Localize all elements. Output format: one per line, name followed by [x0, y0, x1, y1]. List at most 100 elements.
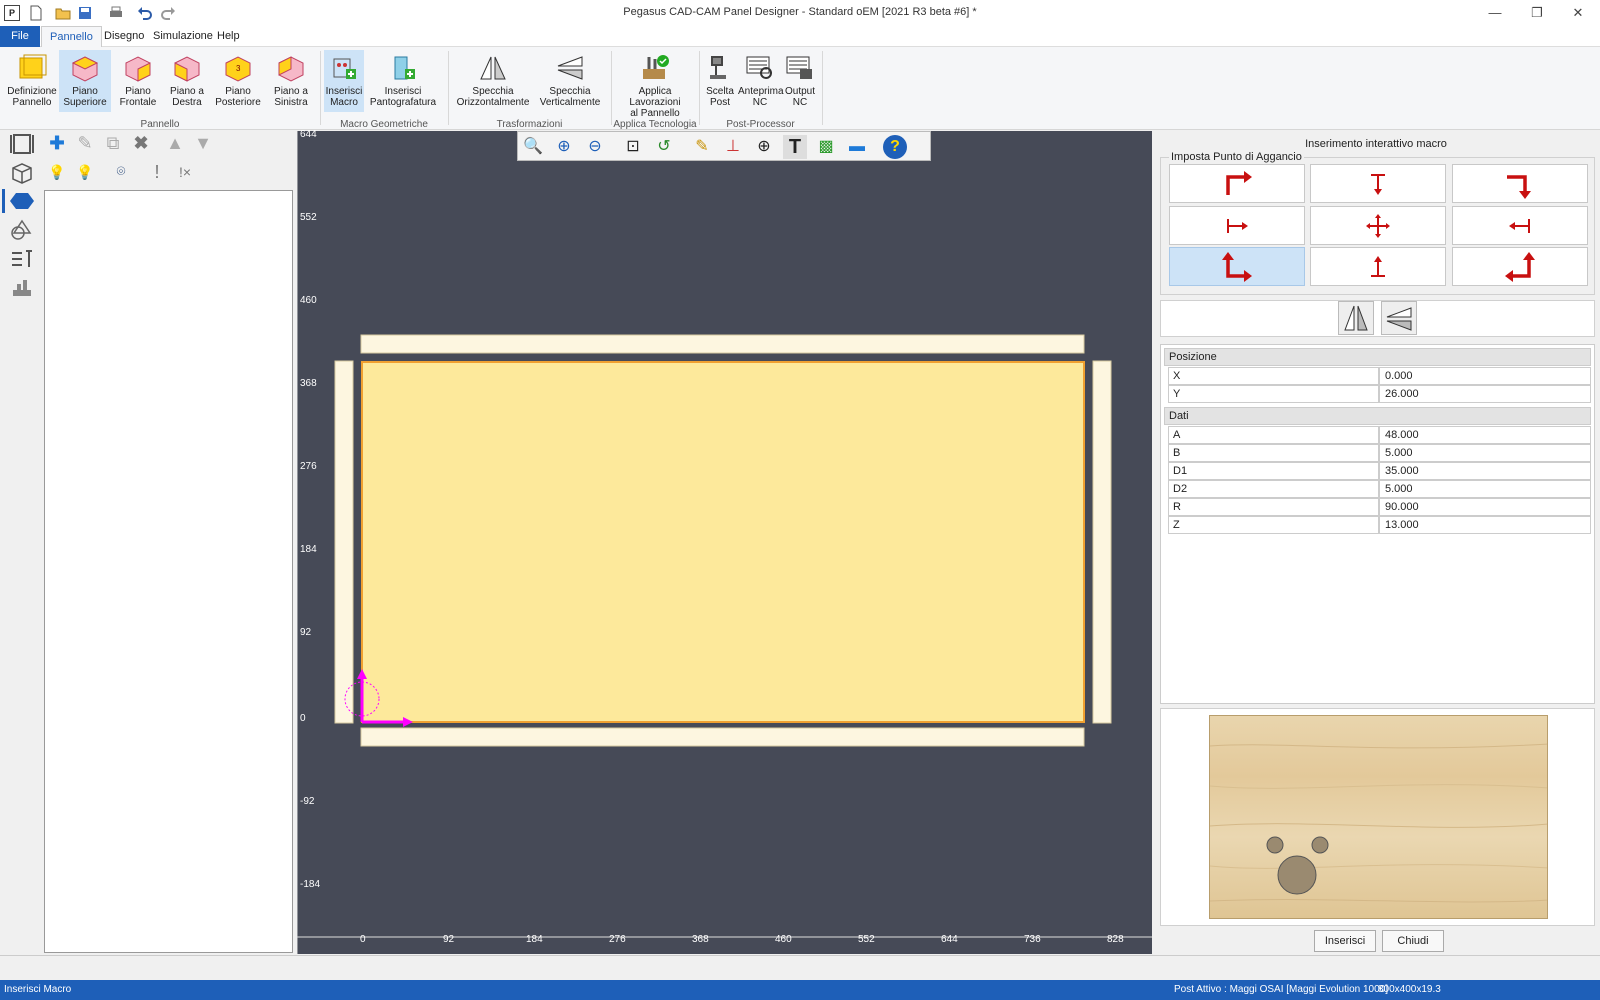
pencil-icon[interactable]: ✎: [690, 135, 714, 159]
hook-bottom-left-button[interactable]: [1169, 247, 1305, 286]
nc-output-icon: [786, 56, 812, 79]
hook-top-left-button[interactable]: [1169, 164, 1305, 203]
h-ruler-tick: 460: [775, 934, 792, 945]
prop-value-a[interactable]: 48.000: [1379, 426, 1591, 444]
edit-icon[interactable]: ✎: [74, 132, 96, 154]
anteprima-nc-button[interactable]: Anteprima NC: [738, 50, 784, 112]
output-nc-button[interactable]: Output NC: [782, 50, 818, 112]
h-ruler-tick: 552: [858, 934, 875, 945]
menu-disegno[interactable]: Disegno: [96, 26, 152, 47]
delete-icon[interactable]: ✖: [130, 132, 152, 154]
hook-top-center-button[interactable]: [1310, 164, 1446, 203]
shapes-icon[interactable]: [9, 218, 35, 242]
prop-value-x[interactable]: 0.000: [1379, 367, 1591, 385]
mark-icon[interactable]: !: [146, 161, 168, 183]
piano-sinistra-button[interactable]: Piano a Sinistra: [265, 50, 317, 112]
text-icon[interactable]: T: [783, 135, 807, 159]
group-macro: Macro Geometriche: [340, 119, 428, 130]
inserisci-pantografatura-button[interactable]: Inserisci Pantografatura: [368, 50, 438, 112]
piano-superiore-button[interactable]: Piano Superiore: [59, 50, 111, 112]
add-icon[interactable]: ✚: [46, 132, 68, 154]
inserisci-macro-button[interactable]: Inserisci Macro: [324, 50, 364, 112]
piano-posteriore-button[interactable]: 3 Piano Posteriore: [211, 50, 265, 112]
cube-view-icon[interactable]: [9, 161, 35, 185]
specchia-orizzontalmente-button[interactable]: Specchia Orizzontalmente: [455, 50, 531, 112]
piano-destra-button[interactable]: Piano a Destra: [161, 50, 213, 112]
applica-lavorazioni-button[interactable]: Applica Lavorazioni al Pannello: [615, 50, 695, 119]
left-toolbar: [0, 130, 46, 955]
zoom-previous-icon[interactable]: ↺: [652, 135, 676, 159]
mirror-horizontal-icon: [480, 56, 506, 80]
canvas-drawing: [297, 131, 1152, 954]
v-ruler-tick: 0: [300, 713, 306, 724]
zoom-fit-icon[interactable]: 🔍: [521, 135, 545, 159]
h-ruler-tick: 276: [609, 934, 626, 945]
binoculars-icon[interactable]: ⌾: [110, 161, 132, 183]
panel-face[interactable]: [361, 361, 1085, 723]
hook-middle-left-button[interactable]: [1169, 206, 1305, 245]
tool-holder-icon[interactable]: [9, 276, 35, 300]
hook-middle-right-button[interactable]: [1452, 206, 1588, 245]
zoom-out-icon[interactable]: ⊖: [583, 135, 607, 159]
prop-value-d1[interactable]: 35.000: [1379, 462, 1591, 480]
close-window-button[interactable]: ✕: [1558, 3, 1598, 23]
status-message: Inserisci Macro: [4, 984, 72, 995]
corner-arrow-icon: [1505, 251, 1535, 282]
hook-center-button[interactable]: [1310, 206, 1446, 245]
operations-tree[interactable]: [44, 190, 293, 953]
prop-key-x: X: [1168, 367, 1379, 385]
hook-top-right-button[interactable]: [1452, 164, 1588, 203]
bulb-on-icon[interactable]: 💡: [46, 161, 68, 183]
circle-cross-icon[interactable]: ⊕: [752, 135, 776, 159]
title-bar: P Pegasus CAD-CAM Panel Designer - Stand…: [0, 0, 1600, 26]
specchia-verticalmente-button[interactable]: Specchia Verticalmente: [535, 50, 605, 112]
ribbon-label: Scelta: [706, 86, 734, 97]
prop-value-b[interactable]: 5.000: [1379, 444, 1591, 462]
ribbon-label: Piano: [125, 86, 151, 97]
prop-key-y: Y: [1168, 385, 1379, 403]
surface-icon[interactable]: ▩: [814, 135, 838, 159]
mirror-horizontal-button[interactable]: [1338, 301, 1374, 335]
ribbon-label: Frontale: [119, 97, 157, 108]
help-icon[interactable]: ?: [883, 135, 907, 159]
unmark-icon[interactable]: !×: [174, 161, 196, 183]
hook-bottom-center-button[interactable]: [1310, 247, 1446, 286]
menu-file[interactable]: File: [0, 26, 40, 47]
choose-post-icon: [710, 56, 726, 79]
move-up-icon[interactable]: ▲: [164, 132, 186, 154]
screen-icon[interactable]: ▬: [845, 135, 869, 159]
mirror-vertical-button[interactable]: [1381, 301, 1417, 335]
wood-grain: [1210, 743, 1547, 903]
chiudi-button[interactable]: Chiudi: [1382, 930, 1444, 952]
copy-icon[interactable]: ⧉: [102, 132, 124, 154]
bulb-off-icon[interactable]: 💡: [74, 161, 96, 183]
scelta-post-button[interactable]: Scelta Post: [703, 50, 737, 112]
ribbon-label: Sinistra: [274, 97, 308, 108]
right-panel-title: Inserimento interattivo macro: [1305, 138, 1447, 150]
ribbon-separator: [822, 51, 823, 125]
move-down-icon[interactable]: ▼: [192, 132, 214, 154]
piano-frontale-button[interactable]: Piano Frontale: [112, 50, 164, 112]
list-tools-icon[interactable]: [9, 247, 35, 271]
prop-value-r[interactable]: 90.000: [1379, 498, 1591, 516]
minimize-button[interactable]: —: [1475, 3, 1515, 23]
ribbon-label: NC: [792, 97, 808, 108]
restore-button[interactable]: ❐: [1517, 3, 1557, 23]
panel-view-icon[interactable]: [9, 132, 35, 156]
ribbon-label: Posteriore: [215, 97, 261, 108]
definizione-pannello-button[interactable]: Definizione Pannello: [6, 50, 58, 112]
move-center-icon: [1366, 213, 1390, 238]
prop-value-d2[interactable]: 5.000: [1379, 480, 1591, 498]
menu-pannello[interactable]: Pannello: [41, 26, 102, 47]
drawing-canvas[interactable]: [297, 131, 1152, 954]
zoom-window-icon[interactable]: ⊡: [621, 135, 645, 159]
zoom-in-icon[interactable]: ⊕: [552, 135, 576, 159]
hexagon-icon[interactable]: [9, 189, 35, 213]
prop-value-y[interactable]: 26.000: [1379, 385, 1591, 403]
inserisci-button[interactable]: Inserisci: [1314, 930, 1376, 952]
left-face-icon: [278, 56, 304, 82]
axes-icon[interactable]: ⊥: [721, 135, 745, 159]
hook-bottom-right-button[interactable]: [1452, 247, 1588, 286]
menu-help[interactable]: Help: [209, 26, 248, 47]
prop-value-z[interactable]: 13.000: [1379, 516, 1591, 534]
